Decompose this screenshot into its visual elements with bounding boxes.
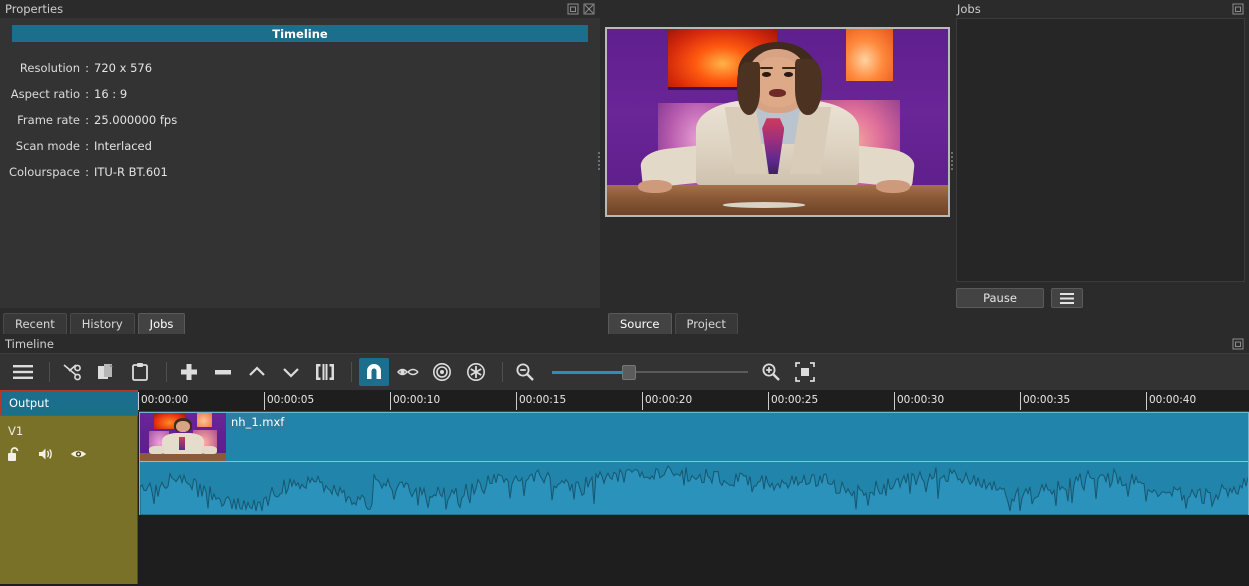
ruler-label: 00:00:30 xyxy=(897,394,945,406)
timeline-panel: Timeline Output V1 00:00:00 00:00:05 00:… xyxy=(0,334,1249,586)
jobs-list[interactable] xyxy=(956,18,1245,282)
ripple-all-tracks-icon[interactable] xyxy=(461,358,491,386)
jobs-panel-title: Jobs xyxy=(957,2,981,16)
tab-project[interactable]: Project xyxy=(674,313,738,334)
jobs-panel: Jobs Pause xyxy=(952,0,1249,334)
timeline-toolbar xyxy=(0,353,1249,390)
float-window-icon[interactable] xyxy=(1232,3,1244,15)
zoom-slider-handle[interactable] xyxy=(622,365,636,380)
cut-icon[interactable] xyxy=(57,358,87,386)
jobs-panel-splitter[interactable] xyxy=(951,152,954,174)
ripple-delete-icon[interactable] xyxy=(208,358,238,386)
property-label: Scan mode xyxy=(15,139,80,153)
jobs-actions: Pause xyxy=(956,287,1245,309)
ruler-label: 00:00:35 xyxy=(1023,394,1071,406)
unlock-icon[interactable] xyxy=(6,446,22,462)
table-row: Frame rate : 25.000000 fps xyxy=(0,107,600,133)
jobs-panel-titlebar: Jobs xyxy=(952,0,1249,18)
track-name-v1: V1 xyxy=(8,424,24,438)
property-label: Colourspace xyxy=(8,165,80,179)
float-window-icon[interactable] xyxy=(1232,338,1244,350)
ruler-label: 00:00:20 xyxy=(645,394,693,406)
append-icon[interactable] xyxy=(174,358,204,386)
output-track-label: Output xyxy=(9,396,49,410)
property-value: 720 x 576 xyxy=(94,61,153,75)
paste-icon[interactable] xyxy=(125,358,155,386)
tab-history[interactable]: History xyxy=(69,313,135,334)
property-colon: : xyxy=(85,139,89,153)
property-value: ITU-R BT.601 xyxy=(94,165,168,179)
ruler-label: 00:00:25 xyxy=(771,394,819,406)
zoom-out-icon[interactable] xyxy=(510,358,540,386)
timeline-menu-icon[interactable] xyxy=(8,358,38,386)
property-value: 16 : 9 xyxy=(94,87,128,101)
track-head-v1[interactable]: V1 xyxy=(0,416,138,516)
jobs-dock-tabs: Recent History Jobs xyxy=(0,308,297,334)
eye-icon[interactable] xyxy=(70,446,86,462)
float-window-icon[interactable] xyxy=(567,3,579,15)
ripple-icon[interactable] xyxy=(427,358,457,386)
zoom-in-icon[interactable] xyxy=(756,358,786,386)
video-frame-image xyxy=(607,29,948,215)
player-tabs: Source Project xyxy=(600,308,952,334)
clip-thumbnail xyxy=(140,413,226,461)
table-row: Colourspace : ITU-R BT.601 xyxy=(0,159,600,185)
lift-icon[interactable] xyxy=(242,358,272,386)
properties-body: Timeline Resolution : 720 x 576 Aspect r… xyxy=(0,18,600,308)
timeline-empty-area[interactable] xyxy=(138,515,1249,586)
property-value: Interlaced xyxy=(94,139,152,153)
scrub-while-dragging-icon[interactable] xyxy=(393,358,423,386)
clip-name-label: nh_1.mxf xyxy=(228,414,288,430)
timeline-body: Output V1 00:00:00 00:00:05 00:00:10 00:… xyxy=(0,390,1249,586)
property-colon: : xyxy=(85,61,89,75)
overwrite-icon[interactable] xyxy=(276,358,306,386)
ruler-label: 00:00:00 xyxy=(141,394,189,406)
video-preview[interactable] xyxy=(605,27,950,217)
split-icon[interactable] xyxy=(310,358,340,386)
track-heads: Output V1 xyxy=(0,390,138,586)
table-row: Scan mode : Interlaced xyxy=(0,133,600,159)
tab-source[interactable]: Source xyxy=(608,313,672,334)
timeline-panel-titlebar: Timeline xyxy=(0,334,1249,353)
properties-panel-title: Properties xyxy=(5,2,64,16)
ruler-label: 00:00:40 xyxy=(1149,394,1197,406)
copy-icon[interactable] xyxy=(91,358,121,386)
track-head-v1-extension xyxy=(0,516,138,584)
timeline-clip[interactable]: nh_1.mxf xyxy=(139,412,1249,515)
zoom-fit-icon[interactable] xyxy=(790,358,820,386)
timeline-ruler[interactable]: 00:00:00 00:00:05 00:00:10 00:00:15 00:0… xyxy=(138,390,1249,412)
properties-section-header: Timeline xyxy=(12,25,588,42)
ruler-label: 00:00:15 xyxy=(519,394,567,406)
output-track-head[interactable]: Output xyxy=(0,390,138,416)
close-icon[interactable] xyxy=(583,3,595,15)
property-label: Frame rate xyxy=(17,113,80,127)
table-row: Resolution : 720 x 576 xyxy=(0,55,600,81)
player-panel: 00:00:00 00:10:00 00:00:00:01 ▲▼ / 00:15… xyxy=(600,0,1249,308)
timeline-panel-title: Timeline xyxy=(5,336,54,351)
ruler-label: 00:00:10 xyxy=(393,394,441,406)
clip-waveform xyxy=(140,462,1248,515)
property-label: Resolution xyxy=(19,61,80,75)
speaker-icon[interactable] xyxy=(38,446,54,462)
pause-button[interactable]: Pause xyxy=(956,288,1044,308)
ruler-label: 00:00:05 xyxy=(267,394,315,406)
tab-jobs[interactable]: Jobs xyxy=(137,313,186,334)
snap-magnet-icon[interactable] xyxy=(359,358,389,386)
property-value: 25.000000 fps xyxy=(94,113,178,127)
timeline-zoom-slider[interactable] xyxy=(552,358,748,386)
properties-panel-titlebar: Properties xyxy=(0,0,600,18)
tab-recent[interactable]: Recent xyxy=(3,313,67,334)
property-colon: : xyxy=(85,113,89,127)
table-row: Aspect ratio : 16 : 9 xyxy=(0,81,600,107)
properties-panel: Properties Timeline Resolution : 720 x 5… xyxy=(0,0,600,308)
hamburger-menu-icon[interactable] xyxy=(1051,288,1083,308)
properties-rows: Resolution : 720 x 576 Aspect ratio : 16… xyxy=(0,55,600,185)
property-colon: : xyxy=(85,87,89,101)
shotcut-window: Properties Timeline Resolution : 720 x 5… xyxy=(0,0,1249,586)
property-label: Aspect ratio xyxy=(10,87,80,101)
property-colon: : xyxy=(85,165,89,179)
